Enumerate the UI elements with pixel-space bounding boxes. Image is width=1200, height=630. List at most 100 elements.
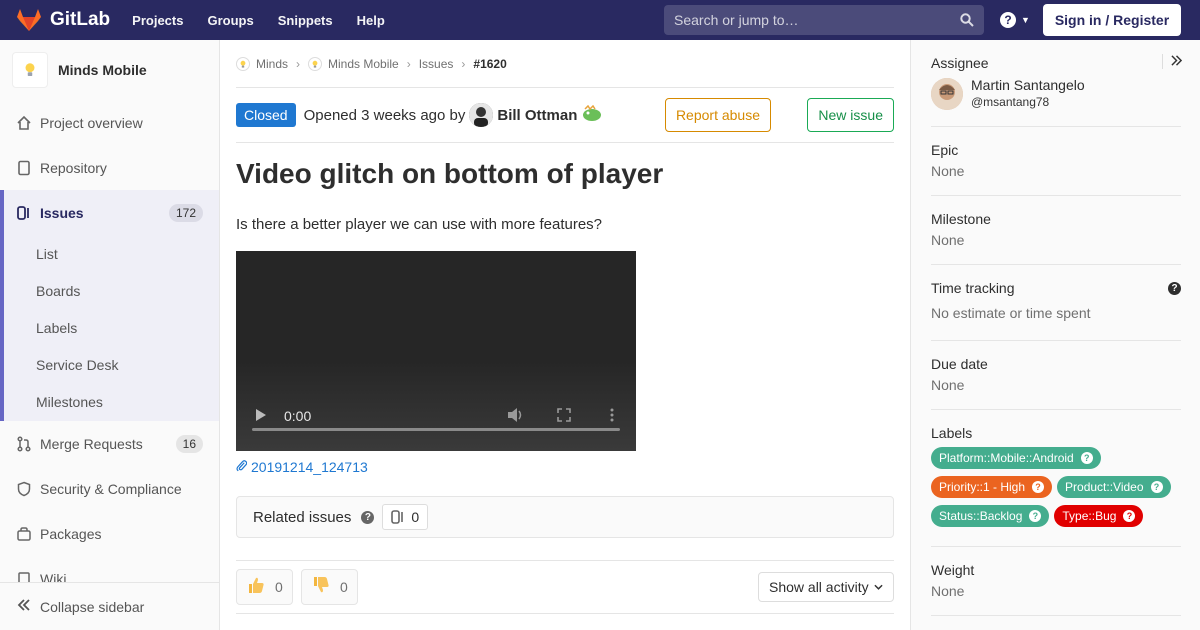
author-avatar[interactable]: [469, 103, 494, 127]
question-circle-icon[interactable]: ?: [1168, 282, 1181, 295]
sidebar-item-label: Issues: [40, 204, 84, 221]
search-placeholder: Search or jump to…: [674, 12, 799, 28]
sidebar-subitem-service-desk[interactable]: Service Desk: [4, 346, 219, 383]
collapse-sidebar-button[interactable]: Collapse sidebar: [0, 582, 219, 630]
report-abuse-button[interactable]: Report abuse: [664, 98, 771, 132]
breadcrumb-label: Minds: [256, 56, 289, 71]
assignee-name: Martin Santangelo: [971, 77, 1085, 93]
sidebar-item-label: Packages: [40, 525, 102, 542]
sign-in-button[interactable]: Sign in / Register: [1043, 4, 1181, 36]
milestone-value: None: [931, 232, 965, 248]
label-status-backlog[interactable]: Status::Backlog ?: [931, 505, 1050, 527]
sidebar-subitem-labels[interactable]: Labels: [4, 309, 219, 346]
package-icon: [16, 526, 32, 542]
chevron-right-icon: ›: [461, 56, 466, 71]
group-avatar: [236, 56, 250, 71]
thumbs-down-button[interactable]: 0: [301, 569, 358, 605]
question-icon: ?: [1150, 481, 1163, 493]
sidebar-subitem-boards[interactable]: Boards: [4, 272, 219, 309]
epic-block: Epic None: [931, 142, 1181, 196]
video-player[interactable]: 0:00: [236, 251, 636, 451]
question-icon: ?: [1123, 510, 1136, 522]
label-text: Status::Backlog: [939, 509, 1023, 523]
fullscreen-icon[interactable]: [557, 407, 571, 425]
label-text: Platform::Mobile::Android: [939, 451, 1074, 465]
video-progress-bar[interactable]: [252, 428, 620, 431]
issue-description: Is there a better player we can use with…: [236, 216, 603, 233]
more-options-icon[interactable]: [610, 408, 614, 425]
sidebar-item-label: Security & Compliance: [40, 480, 182, 497]
brand-name: GitLab: [50, 9, 111, 30]
assignee-label: Assignee: [931, 55, 989, 71]
chevron-down-icon: [874, 582, 883, 593]
doc-icon: [16, 160, 32, 176]
related-issues-label: Related issues: [253, 508, 352, 526]
related-issues-block: Related issues ? 0: [236, 496, 894, 538]
project-sidebar: Minds Mobile Project overview Repository…: [0, 40, 220, 630]
help-dropdown[interactable]: ? ▼: [1000, 12, 1030, 28]
thumbs-down-icon: [312, 576, 330, 599]
play-icon[interactable]: [256, 408, 266, 424]
sidebar-item-label: Repository: [40, 159, 107, 176]
activity-filter-label: Show all activity: [769, 579, 869, 595]
assignee-user[interactable]: Martin Santangelo @msantang78: [931, 77, 1181, 111]
question-icon: ?: [1029, 510, 1042, 522]
assignee-text: Martin Santangelo @msantang78: [971, 77, 1085, 111]
search-input[interactable]: Search or jump to…: [664, 5, 984, 35]
new-issue-button[interactable]: New issue: [807, 98, 894, 132]
sidebar-item-label: Merge Requests: [40, 435, 143, 452]
sidebar-item-packages[interactable]: Packages: [0, 511, 219, 556]
nav-groups[interactable]: Groups: [207, 13, 253, 28]
question-icon: ?: [1080, 452, 1093, 464]
nav-help[interactable]: Help: [357, 13, 385, 28]
breadcrumb-item-project[interactable]: Minds Mobile: [308, 56, 399, 71]
sidebar-item-issues[interactable]: Issues 172: [4, 190, 219, 235]
label-type-bug[interactable]: Type::Bug ?: [1054, 505, 1144, 527]
related-count-value: 0: [411, 509, 420, 525]
sidebar-item-repository[interactable]: Repository: [0, 145, 219, 190]
project-header[interactable]: Minds Mobile: [0, 40, 219, 100]
issue-main: Minds › Minds Mobile › Issues › #1620 Cl…: [220, 40, 910, 630]
sidebar-subitem-milestones[interactable]: Milestones: [4, 383, 219, 421]
sidebar-item-label: Project overview: [40, 114, 143, 131]
search-icon: [960, 13, 974, 27]
double-chevron-left-icon: [16, 597, 32, 616]
top-nav-links: Projects Groups Snippets Help: [132, 13, 409, 28]
nav-projects[interactable]: Projects: [132, 13, 183, 28]
assignee-handle: @msantang78: [971, 95, 1050, 109]
gitlab-logo[interactable]: GitLab: [16, 8, 110, 32]
divider: [236, 560, 894, 561]
label-product-video[interactable]: Product::Video ?: [1057, 476, 1171, 498]
sidebar-subitem-list[interactable]: List: [4, 235, 219, 272]
epic-value: None: [931, 163, 965, 179]
merge-requests-count-badge: 16: [175, 434, 203, 453]
breadcrumb-item-group[interactable]: Minds: [236, 56, 289, 71]
top-navbar: GitLab Projects Groups Snippets Help Sea…: [0, 0, 1200, 40]
activity-filter-dropdown[interactable]: Show all activity: [758, 572, 894, 602]
sidebar-item-project-overview[interactable]: Project overview: [0, 100, 219, 145]
thumbs-up-count: 0: [275, 579, 283, 595]
volume-icon[interactable]: [508, 407, 524, 425]
weight-value: None: [931, 583, 965, 599]
question-circle-icon[interactable]: ?: [361, 510, 375, 524]
label-priority-high[interactable]: Priority::1 - High ?: [931, 476, 1053, 498]
label-platform-android[interactable]: Platform::Mobile::Android ?: [931, 447, 1101, 469]
nav-snippets[interactable]: Snippets: [278, 13, 333, 28]
breadcrumb-item-issue-number[interactable]: #1620: [473, 57, 506, 71]
chevron-right-icon: ›: [296, 56, 301, 71]
question-icon: ?: [1000, 12, 1016, 28]
breadcrumb-item-issues[interactable]: Issues: [419, 57, 454, 71]
home-icon: [16, 115, 32, 131]
issue-right-sidebar: Assignee Martin Santangelo @msantang78 E…: [910, 40, 1200, 630]
opened-text: Opened 3 weeks ago by: [303, 106, 466, 124]
sidebar-item-merge-requests[interactable]: Merge Requests 16: [0, 421, 219, 466]
merge-request-icon: [16, 435, 32, 452]
sidebar-item-security[interactable]: Security & Compliance: [0, 466, 219, 511]
thumbs-up-button[interactable]: 0: [236, 569, 293, 605]
label-text: Type::Bug: [1062, 509, 1117, 523]
breadcrumb: Minds › Minds Mobile › Issues › #1620: [236, 40, 894, 88]
attachment-link[interactable]: 20191214_124713: [236, 459, 368, 475]
author-name[interactable]: Bill Ottman: [497, 107, 577, 124]
time-tracking-label: Time tracking: [931, 280, 1015, 296]
time-tracking-block: Time tracking ? No estimate or time spen…: [931, 280, 1181, 341]
